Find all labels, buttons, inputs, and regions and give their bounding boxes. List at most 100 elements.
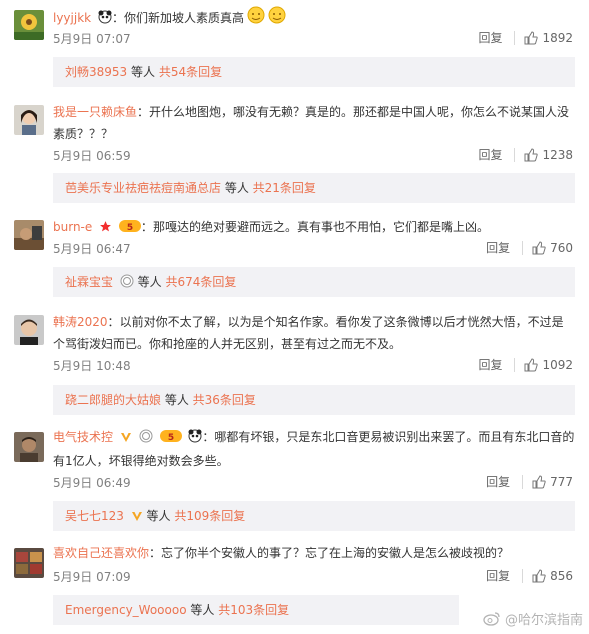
thumbs-up-icon bbox=[524, 147, 539, 161]
comment-body: 那嘎达的绝对要避而远之。真有事也不用怕，它们都是嘴上凶。 bbox=[152, 220, 489, 234]
username-link[interactable]: 电气技术控 bbox=[53, 430, 113, 444]
reply-button[interactable]: 回复 bbox=[478, 356, 502, 373]
avatar[interactable] bbox=[14, 315, 44, 345]
reply-username-link[interactable]: 刘畅38953 bbox=[65, 65, 127, 79]
like-button[interactable]: 1892 bbox=[524, 31, 573, 45]
comment-actions: 回复 856 bbox=[486, 567, 573, 584]
comment-text: burn-e 5 ：那嘎达的绝对要避而远之。真有事也不用怕，它们都是嘴上凶。 bbox=[53, 216, 575, 240]
replies-others-text: 等人 bbox=[161, 393, 193, 407]
star-badge-icon bbox=[99, 218, 112, 240]
verified-v-icon bbox=[120, 428, 132, 450]
hug-emoji-icon bbox=[247, 6, 265, 31]
comment-actions: 回复 1238 bbox=[478, 146, 573, 163]
thumbs-up-icon bbox=[532, 474, 546, 488]
like-button[interactable]: 760 bbox=[532, 241, 573, 255]
reply-username-link[interactable]: 祉霖宝宝 bbox=[65, 275, 113, 289]
reply-button[interactable]: 回复 bbox=[478, 29, 502, 46]
comment-text: lyyjjkk ：你们新加坡人素质真高 bbox=[53, 6, 575, 31]
comment-time: 5月9日 06:59 bbox=[53, 149, 131, 163]
comment-body: 忘了你半个安徽人的事了？忘了在上海的安徽人是怎么被歧视的？ bbox=[161, 546, 510, 560]
avatar[interactable] bbox=[14, 105, 44, 135]
replies-summary[interactable]: 刘畅38953 等人 共54条回复 bbox=[53, 57, 575, 87]
svg-text:5: 5 bbox=[167, 433, 173, 443]
reply-username-link[interactable]: 芭美乐专业祛疤祛痘南通总店 bbox=[65, 181, 221, 195]
like-button[interactable]: 777 bbox=[532, 475, 573, 489]
username-link[interactable]: burn-e bbox=[53, 220, 92, 234]
divider bbox=[522, 474, 524, 489]
weibo-logo-icon bbox=[483, 612, 500, 626]
thumbs-up-icon bbox=[524, 357, 539, 371]
replies-count-link[interactable]: 共54条回复 bbox=[159, 65, 222, 79]
thumbs-up-icon bbox=[532, 568, 546, 582]
comment-actions: 回复 777 bbox=[486, 473, 573, 490]
like-count: 777 bbox=[550, 474, 573, 489]
replies-count-link[interactable]: 共21条回复 bbox=[253, 181, 316, 195]
replies-count-link[interactable]: 共109条回复 bbox=[174, 509, 245, 523]
divider bbox=[514, 30, 516, 45]
replies-count-link[interactable]: 共36条回复 bbox=[193, 393, 256, 407]
like-button[interactable]: 1092 bbox=[524, 358, 573, 372]
replies-others-text: 等人 bbox=[142, 509, 175, 523]
comment-body: 你们新加坡人素质真高 bbox=[123, 11, 244, 25]
comment-time: 5月9日 06:47 bbox=[53, 242, 131, 256]
comment-time: 5月9日 10:48 bbox=[53, 359, 131, 373]
vip-badge-icon: 5 bbox=[159, 428, 182, 450]
reply-username-link[interactable]: Emergency_Wooooo bbox=[65, 603, 187, 617]
like-count: 760 bbox=[550, 240, 573, 255]
thumbs-up-icon bbox=[532, 240, 546, 254]
comment-actions: 回复 1892 bbox=[478, 29, 573, 46]
replies-count-link[interactable]: 共103条回复 bbox=[218, 603, 289, 617]
comment-body: 以前对你不太了解，以为是个知名作家。看你发了这条微博以后才恍然大悟，不过是个骂街… bbox=[53, 315, 564, 351]
thumbs-up-icon bbox=[524, 30, 539, 44]
replies-summary[interactable]: 祉霖宝宝 等人 共674条回复 bbox=[53, 267, 575, 297]
weibo-watermark: @哈尔滨指南 bbox=[483, 609, 583, 628]
medal-icon bbox=[139, 428, 153, 450]
comment-time: 5月9日 07:07 bbox=[53, 32, 131, 46]
replies-others-text: 等人 bbox=[127, 65, 159, 79]
replies-summary[interactable]: 芭美乐专业祛疤祛痘南通总店 等人 共21条回复 bbox=[53, 173, 575, 203]
avatar[interactable] bbox=[14, 220, 44, 250]
username-link[interactable]: lyyjjkk bbox=[53, 11, 91, 25]
divider bbox=[514, 147, 516, 162]
username-link[interactable]: 喜欢自己还喜欢你 bbox=[53, 546, 149, 560]
reply-username-link[interactable]: 吴七七123 bbox=[65, 509, 124, 523]
comment-text: 电气技术控 5 ：哪都有坏银，只是东北口音更易被识别出来罢了。而且有东北口音的有… bbox=[53, 428, 575, 468]
reply-button[interactable]: 回复 bbox=[486, 567, 510, 584]
comment-time: 5月9日 07:09 bbox=[53, 570, 131, 584]
like-count: 1892 bbox=[542, 30, 573, 45]
replies-others-text: 等人 bbox=[133, 275, 166, 289]
hug-emoji-icon bbox=[268, 6, 286, 31]
comment-text: 我是一只赖床鱼：开什么地图炮，哪没有无赖？真是的。那还都是中国人呢，你怎么不说某… bbox=[53, 105, 570, 141]
reply-button[interactable]: 回复 bbox=[486, 239, 510, 256]
avatar[interactable] bbox=[14, 10, 44, 40]
medal-icon bbox=[120, 269, 134, 299]
comment-text: 喜欢自己还喜欢你：忘了你半个安徽人的事了？忘了在上海的安徽人是怎么被歧视的？ bbox=[53, 546, 510, 560]
replies-count-link[interactable]: 共674条回复 bbox=[165, 275, 236, 289]
like-count: 1092 bbox=[542, 357, 573, 372]
replies-summary[interactable]: 吴七七123 等人 共109条回复 bbox=[53, 501, 575, 531]
panda-emoji-icon bbox=[188, 428, 202, 450]
like-count: 856 bbox=[550, 568, 573, 583]
like-button[interactable]: 1238 bbox=[524, 148, 573, 162]
replies-others-text: 等人 bbox=[221, 181, 253, 195]
watermark-text: @哈尔滨指南 bbox=[504, 613, 583, 628]
username-link[interactable]: 韩涛2020 bbox=[53, 315, 108, 329]
vip-badge-icon: 5 bbox=[118, 218, 141, 240]
divider bbox=[522, 240, 524, 255]
reply-button[interactable]: 回复 bbox=[486, 473, 510, 490]
reply-username-link[interactable]: 跷二郎腿的大姑娘 bbox=[65, 393, 161, 407]
divider bbox=[514, 357, 516, 372]
like-button[interactable]: 856 bbox=[532, 569, 573, 583]
avatar[interactable] bbox=[14, 432, 44, 462]
comment-actions: 回复 1092 bbox=[478, 356, 573, 373]
divider bbox=[522, 568, 524, 583]
like-count: 1238 bbox=[542, 147, 573, 162]
comment-actions: 回复 760 bbox=[486, 239, 573, 256]
replies-others-text: 等人 bbox=[186, 603, 219, 617]
replies-summary[interactable]: 跷二郎腿的大姑娘 等人 共36条回复 bbox=[53, 385, 575, 415]
replies-summary[interactable]: Emergency_Wooooo 等人 共103条回复 bbox=[53, 595, 459, 625]
reply-button[interactable]: 回复 bbox=[478, 146, 502, 163]
avatar[interactable] bbox=[14, 548, 44, 578]
username-link[interactable]: 我是一只赖床鱼 bbox=[53, 105, 137, 119]
comment-time: 5月9日 06:49 bbox=[53, 476, 131, 490]
